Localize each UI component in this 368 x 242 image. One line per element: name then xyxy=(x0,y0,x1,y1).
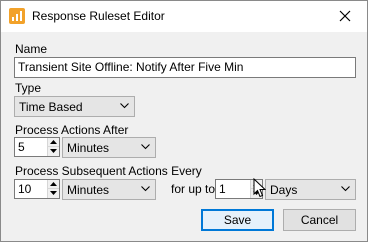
chevron-down-icon xyxy=(120,103,129,109)
subsequent-label: Process Subsequent Actions Every xyxy=(15,164,202,178)
process-after-label: Process Actions After xyxy=(15,123,129,137)
name-label: Name xyxy=(15,42,48,56)
subsequent-stepper[interactable]: 10 xyxy=(14,179,60,199)
process-after-stepper[interactable]: 5 xyxy=(14,137,60,157)
cancel-button[interactable]: Cancel xyxy=(283,209,356,231)
spin-arrows xyxy=(47,180,59,198)
chevron-down-icon xyxy=(141,186,150,192)
title-bar[interactable]: Response Ruleset Editor xyxy=(1,1,367,32)
subsequent-unit-value: Minutes xyxy=(67,183,110,197)
close-button[interactable] xyxy=(323,1,367,32)
down-arrow-icon xyxy=(50,149,57,153)
for-up-to-value: 1 xyxy=(219,182,226,196)
mouse-cursor-icon xyxy=(253,178,266,198)
chart-bars-icon xyxy=(9,8,25,24)
close-icon xyxy=(339,10,351,22)
for-up-to-label: for up to xyxy=(171,182,216,196)
type-select[interactable]: Time Based xyxy=(14,96,135,117)
type-label: Type xyxy=(15,81,42,95)
process-after-unit-value: Minutes xyxy=(67,141,110,155)
subsequent-unit-select[interactable]: Minutes xyxy=(62,179,156,200)
increment-button[interactable] xyxy=(48,138,59,147)
name-field[interactable]: Transient Site Offline: Notify After Fiv… xyxy=(14,57,356,78)
up-arrow-icon xyxy=(50,182,57,186)
decrement-button[interactable] xyxy=(48,147,59,156)
dialog-window: Response Ruleset Editor Name Transient S… xyxy=(0,0,368,242)
dialog-body: Name Transient Site Offline: Notify Afte… xyxy=(1,32,367,241)
decrement-button[interactable] xyxy=(48,189,59,198)
type-select-value: Time Based xyxy=(19,100,83,114)
process-after-unit-select[interactable]: Minutes xyxy=(62,137,156,158)
for-up-to-unit-select[interactable]: Days xyxy=(265,179,356,200)
down-arrow-icon xyxy=(50,191,57,195)
spin-arrows xyxy=(47,138,59,156)
chevron-down-icon xyxy=(341,186,350,192)
up-arrow-icon xyxy=(50,140,57,144)
chevron-down-icon xyxy=(141,144,150,150)
process-after-value: 5 xyxy=(18,140,25,154)
increment-button[interactable] xyxy=(48,180,59,189)
subsequent-value: 10 xyxy=(18,182,32,196)
for-up-to-unit-value: Days xyxy=(270,183,298,197)
save-button[interactable]: Save xyxy=(201,209,274,231)
window-title: Response Ruleset Editor xyxy=(32,9,165,23)
